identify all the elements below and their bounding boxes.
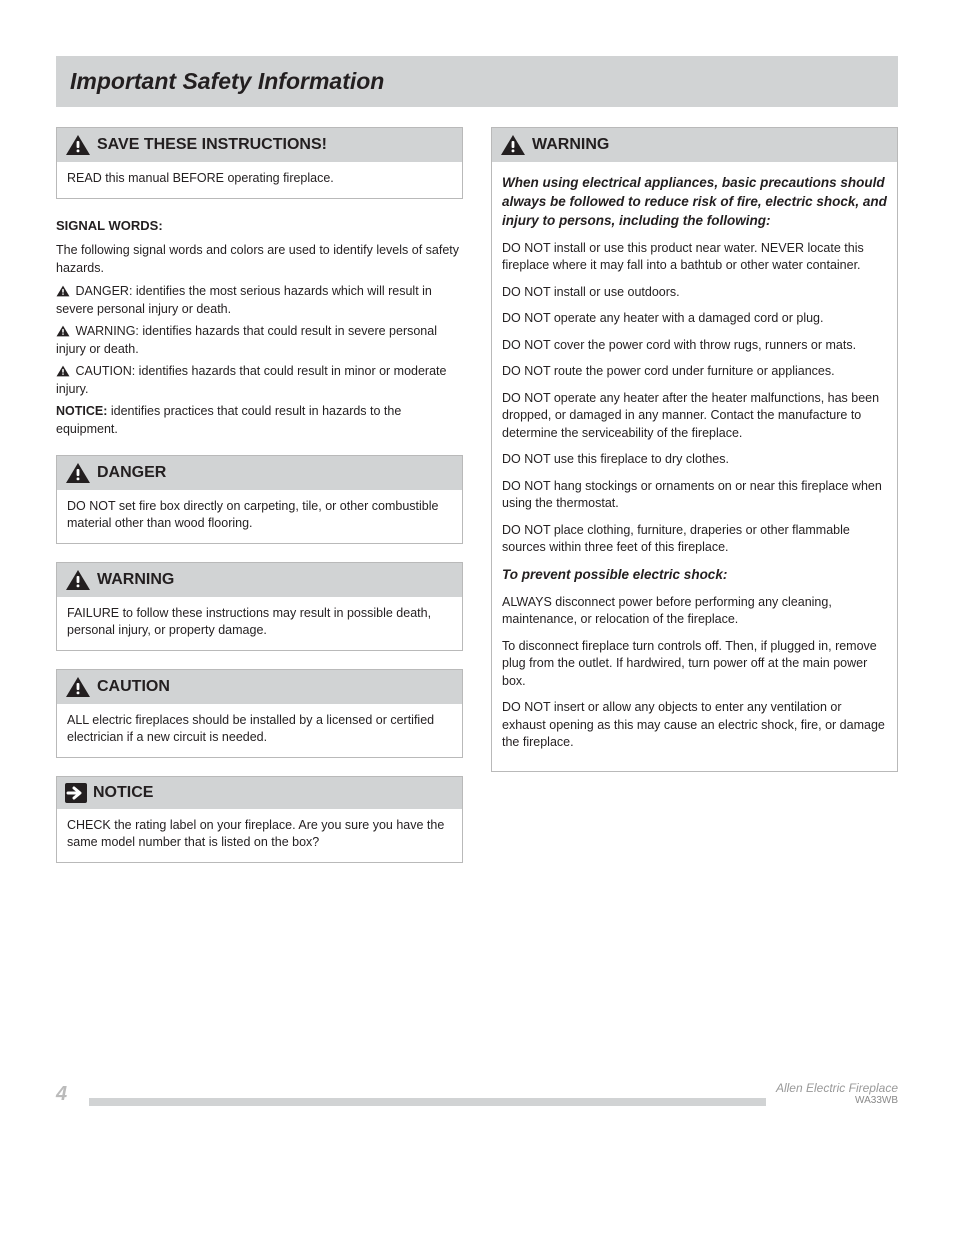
signal-danger-line: DANGER: identifies the most serious haza…: [56, 282, 463, 318]
precautions-subhead-2: To prevent possible electric shock:: [502, 566, 887, 585]
footer-rule: [89, 1098, 766, 1106]
warning-label: WARNING: [97, 571, 174, 589]
precaution-item: DO NOT hang stockings or ornaments on or…: [502, 478, 887, 513]
precaution-item: DO NOT operate any heater with a damaged…: [502, 310, 887, 328]
warning-icon: [65, 569, 91, 591]
precaution-item: DO NOT install or use this product near …: [502, 240, 887, 275]
signal-words-block: SIGNAL WORDS: The following signal words…: [56, 217, 463, 439]
warning-icon: [56, 325, 70, 337]
warning-body: FAILURE to follow these instructions may…: [57, 597, 462, 650]
precautions-label: WARNING: [532, 136, 609, 154]
precaution-item: DO NOT place clothing, furniture, draper…: [502, 522, 887, 557]
precautions-box: WARNING When using electrical appliances…: [491, 127, 898, 772]
signal-caution-line: CAUTION: identifies hazards that could r…: [56, 362, 463, 398]
warning-icon: [56, 285, 70, 297]
arrow-icon: [65, 783, 87, 803]
notice-body: CHECK the rating label on your fireplace…: [57, 809, 462, 862]
signal-words-intro: The following signal words and colors ar…: [56, 241, 463, 277]
signal-notice-line: NOTICE: identifies practices that could …: [56, 402, 463, 438]
danger-box: DANGER DO NOT set fire box directly on c…: [56, 455, 463, 544]
notice-label: NOTICE: [93, 784, 153, 802]
precaution-item: ALWAYS disconnect power before performin…: [502, 594, 887, 629]
warning-icon: [500, 134, 526, 156]
precaution-item: DO NOT use this fireplace to dry clothes…: [502, 451, 887, 469]
save-instructions-box: SAVE THESE INSTRUCTIONS! READ this manua…: [56, 127, 463, 199]
section-title: Important Safety Information: [56, 56, 898, 107]
precautions-subhead-1: When using electrical appliances, basic …: [502, 174, 887, 231]
warning-icon: [65, 134, 91, 156]
precaution-item: DO NOT cover the power cord with throw r…: [502, 337, 887, 355]
footer-brand: Allen Electric Fireplace: [776, 1081, 898, 1095]
caution-label: CAUTION: [97, 678, 170, 696]
caution-body: ALL electric fireplaces should be instal…: [57, 704, 462, 757]
precaution-item: To disconnect fireplace turn controls of…: [502, 638, 887, 691]
notice-box: NOTICE CHECK the rating label on your fi…: [56, 776, 463, 863]
warning-icon: [65, 676, 91, 698]
page-footer: 4 Allen Electric Fireplace WA33WB: [56, 1081, 898, 1106]
warning-box: WARNING FAILURE to follow these instruct…: [56, 562, 463, 651]
danger-label: DANGER: [97, 464, 166, 482]
page-number: 4: [56, 1083, 67, 1106]
danger-body: DO NOT set fire box directly on carpetin…: [57, 490, 462, 543]
precaution-item: DO NOT route the power cord under furnit…: [502, 363, 887, 381]
signal-warning-line: WARNING: identifies hazards that could r…: [56, 322, 463, 358]
warning-icon: [65, 462, 91, 484]
signal-words-heading: SIGNAL WORDS:: [56, 217, 463, 236]
precaution-item: DO NOT operate any heater after the heat…: [502, 390, 887, 443]
warning-icon: [56, 365, 70, 377]
precaution-item: DO NOT install or use outdoors.: [502, 284, 887, 302]
save-instructions-label: SAVE THESE INSTRUCTIONS!: [97, 136, 327, 154]
precaution-item: DO NOT insert or allow any objects to en…: [502, 699, 887, 752]
save-instructions-body: READ this manual BEFORE operating firepl…: [57, 162, 462, 198]
caution-box: CAUTION ALL electric fireplaces should b…: [56, 669, 463, 758]
footer-code: WA33WB: [776, 1095, 898, 1106]
